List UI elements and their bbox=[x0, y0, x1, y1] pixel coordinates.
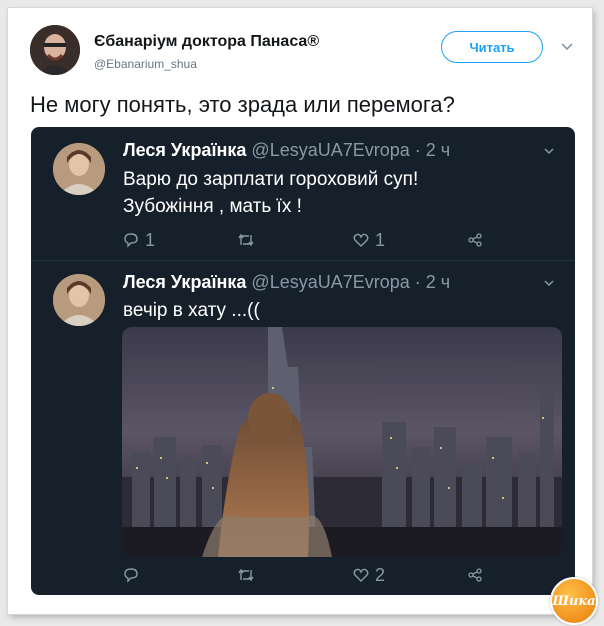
quoted-thread[interactable]: Леся Українка @LesyaUA7Evropa · 2 ч Варю… bbox=[31, 127, 575, 595]
share-icon bbox=[468, 568, 482, 582]
chevron-down-icon[interactable] bbox=[543, 145, 555, 157]
retweet-icon bbox=[238, 568, 254, 582]
heart-icon bbox=[353, 233, 369, 247]
reply-text-line: вечір в хату ...(( bbox=[123, 300, 260, 321]
like-count: 2 bbox=[375, 564, 386, 585]
retweet-action[interactable] bbox=[237, 564, 261, 586]
reply-action[interactable]: 1 bbox=[123, 229, 155, 251]
like-count: 1 bbox=[375, 229, 386, 250]
reply-meta[interactable]: @LesyaUA7Evropa · 2 ч bbox=[251, 272, 450, 292]
reply-action[interactable] bbox=[123, 564, 145, 586]
reply-text-line: Варю до зарплати гороховий суп! bbox=[123, 169, 419, 190]
reply-author-name[interactable]: Леся Українка bbox=[123, 272, 246, 292]
tweet-text: Не могу понять, это зрада или перемога? bbox=[30, 92, 455, 117]
reply-icon bbox=[124, 233, 138, 248]
author-avatar[interactable] bbox=[30, 25, 80, 75]
tweet-card: Єбанаріум доктора Панаса® @Ebanarium_shu… bbox=[8, 8, 598, 625]
watermark-logo: Шика bbox=[550, 577, 598, 625]
reply-avatar[interactable] bbox=[53, 274, 105, 326]
share-action[interactable] bbox=[467, 564, 483, 586]
follow-button[interactable]: Читать bbox=[441, 31, 543, 63]
reply-tweet[interactable]: Леся Українка @LesyaUA7Evropa · 2 ч вечі… bbox=[31, 261, 575, 595]
author-name[interactable]: Єбанаріум доктора Панаса® bbox=[94, 33, 319, 51]
reply-text-line: Зубожіння , мать їх ! bbox=[123, 196, 302, 217]
action-bar: 1 1 bbox=[31, 229, 575, 251]
reply-header: Леся Українка @LesyaUA7Evropa · 2 ч bbox=[123, 140, 450, 161]
share-action[interactable] bbox=[467, 229, 483, 251]
like-action[interactable]: 1 bbox=[353, 229, 385, 251]
reply-author-name[interactable]: Леся Українка bbox=[123, 140, 246, 160]
reply-icon bbox=[124, 568, 138, 583]
retweet-icon bbox=[238, 233, 254, 247]
chevron-down-icon[interactable] bbox=[560, 40, 574, 54]
attached-photo[interactable] bbox=[122, 327, 562, 557]
author-handle[interactable]: @Ebanarium_shua bbox=[94, 57, 197, 71]
reply-meta[interactable]: @LesyaUA7Evropa · 2 ч bbox=[251, 140, 450, 160]
chevron-down-icon[interactable] bbox=[543, 277, 555, 289]
reply-tweet[interactable]: Леся Українка @LesyaUA7Evropa · 2 ч Варю… bbox=[31, 127, 575, 261]
share-icon bbox=[468, 233, 482, 247]
action-bar: 2 bbox=[31, 564, 575, 586]
reply-count: 1 bbox=[145, 229, 156, 250]
reply-avatar[interactable] bbox=[53, 143, 105, 195]
reply-text: вечір в хату ...(( bbox=[123, 297, 260, 324]
retweet-action[interactable] bbox=[237, 229, 261, 251]
heart-icon bbox=[353, 568, 369, 582]
reply-header: Леся Українка @LesyaUA7Evropa · 2 ч bbox=[123, 272, 450, 293]
like-action[interactable]: 2 bbox=[353, 564, 385, 586]
reply-text: Варю до зарплати гороховий суп! Зубожінн… bbox=[123, 166, 418, 220]
